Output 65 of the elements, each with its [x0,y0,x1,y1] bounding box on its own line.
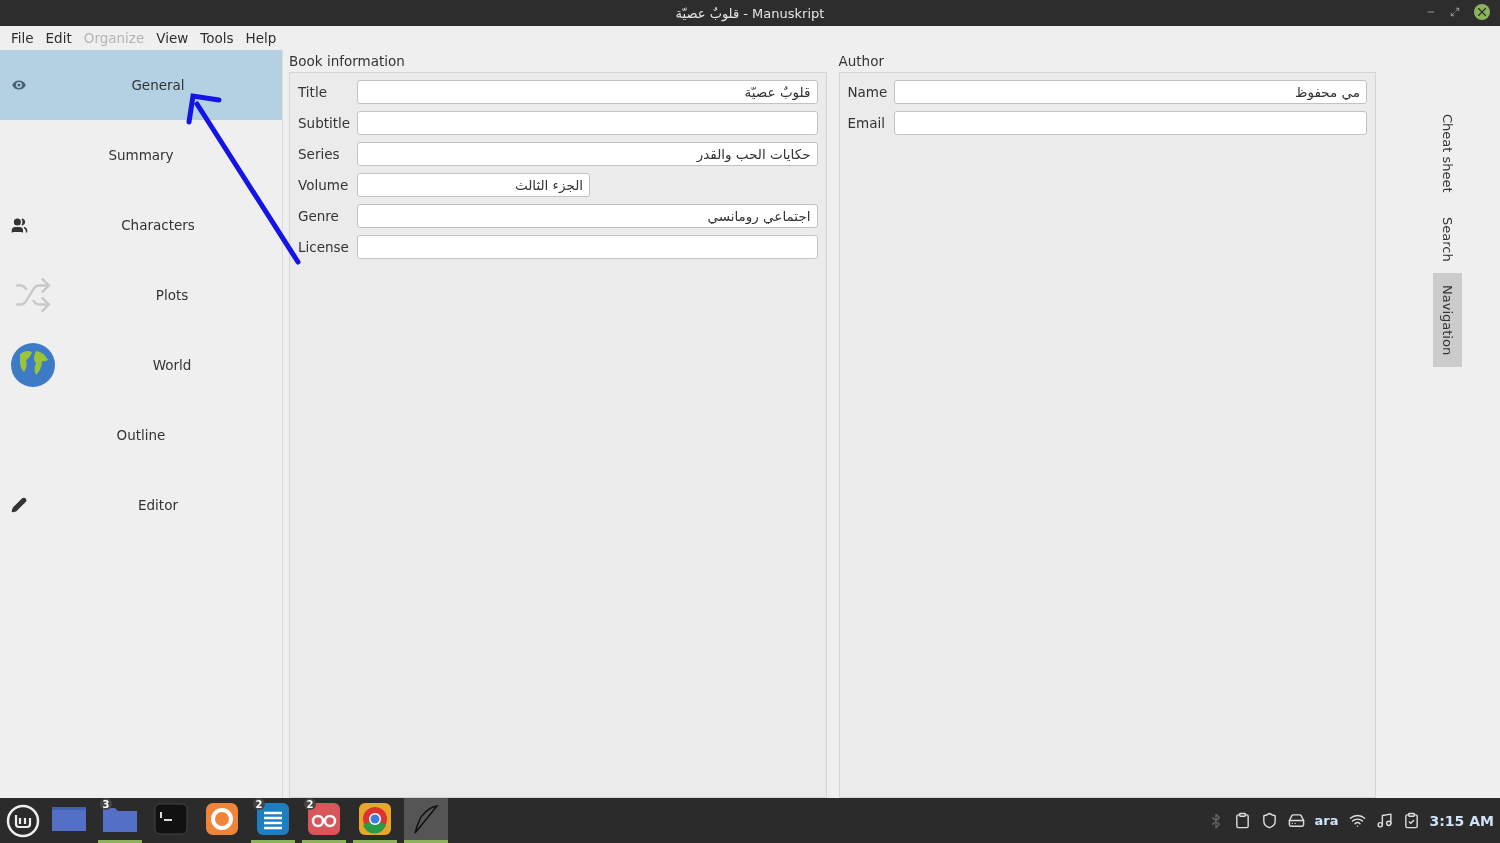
keyboard-language[interactable]: ara [1314,813,1339,828]
taskbar-app[interactable]: 3 [98,798,142,843]
text-field[interactable]: الجزء الثالث [357,173,590,197]
text-field[interactable] [893,111,1367,135]
browser-icon [358,803,392,835]
dock-tab[interactable]: Cheat sheet [1432,102,1462,205]
close-icon[interactable] [1474,4,1490,20]
count-badge: 3 [100,798,112,810]
text-field[interactable] [357,235,818,259]
sidebar-item[interactable]: Characters [0,190,282,260]
wifi-icon[interactable] [1348,812,1366,829]
sidebar-label: World [151,357,193,373]
sidebar-label: Plots [154,287,190,303]
count-badge: 2 [304,798,316,810]
dock-tab[interactable]: Navigation [1432,273,1462,368]
field-label: Genre [298,208,340,224]
field-label: Series [298,146,341,162]
sidebar-item[interactable]: World [0,330,282,400]
sidebar-item[interactable]: Plots [0,260,282,330]
section-heading: Book information [289,52,406,71]
window-icon [52,805,86,833]
field-label: Volume [298,177,349,193]
field-label: Title [298,84,328,100]
globe-icon [10,342,56,388]
field-label: License [298,239,349,255]
field-label: Email [847,115,886,131]
sidebar-item[interactable]: Summary [0,120,282,190]
menu-item[interactable]: File [6,30,39,46]
sidebar-label: General [130,77,186,93]
clock[interactable]: 3:15 AM [1429,812,1494,829]
menu-item[interactable]: Edit [40,30,77,46]
field-label: Name [847,84,886,100]
sidebar-label: Characters [120,217,196,233]
terminal-icon [154,803,188,835]
sidebar-label: Summary [107,147,175,163]
text-field[interactable]: حكايات الحب والقدر [357,142,818,166]
people-icon [10,216,28,234]
menu-item[interactable]: View [151,30,194,46]
text-field[interactable]: اجتماعي رومانسي [357,204,818,228]
menu-item[interactable]: Help [240,30,282,46]
sidebar-item[interactable]: General [0,50,282,120]
menu-logo-icon[interactable] [6,803,40,838]
count-badge: 2 [253,798,265,810]
dock-tab[interactable]: Search [1432,204,1462,274]
window-title: قلوبٌ عصيّة - Manuskript [675,5,825,21]
taskbar-app[interactable] [404,798,448,843]
sidebar-label: Editor [137,497,179,513]
menu-item[interactable]: Tools [195,30,239,46]
shield-icon[interactable] [1260,812,1278,829]
taskbar-app[interactable]: 2 [251,798,295,843]
sidebar-label: Outline [115,427,167,443]
text-field[interactable]: قلوبٌ عصيّة [357,80,818,104]
taskbar-app[interactable]: 2 [302,798,346,843]
section-heading: Author [838,52,885,71]
drive-icon[interactable] [1287,812,1305,829]
maximize-icon[interactable] [1450,7,1460,17]
field-label: Subtitle [298,115,349,131]
sidebar-item[interactable]: Editor [0,470,282,540]
text-field[interactable] [357,111,818,135]
pencil-icon [11,497,27,513]
music-icon[interactable] [1375,812,1393,829]
sidebar-item[interactable]: Outline [0,400,282,470]
clipboard-icon[interactable] [1233,812,1251,829]
shuffle-icon [14,276,52,314]
text-field[interactable]: مي محفوظ [893,80,1367,104]
